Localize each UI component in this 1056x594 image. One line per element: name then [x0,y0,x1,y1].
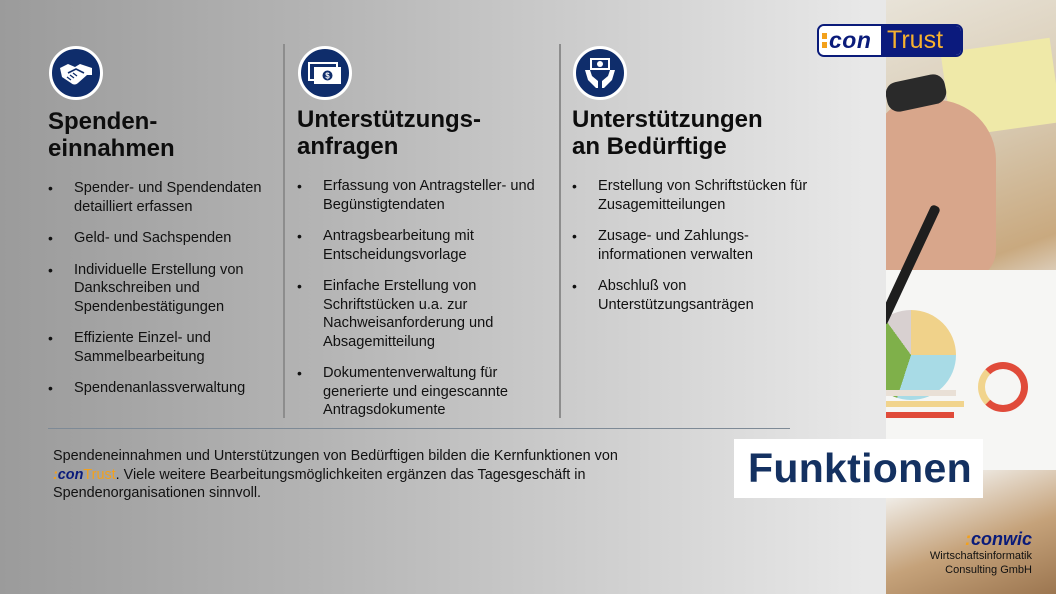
list-item: Abschluß von Unterstützungsanträgen [572,277,812,314]
feature-list: Spender- und Spendendaten detailliert er… [48,179,278,398]
list-item: Erfassung von Antragsteller- und Begünst… [297,177,547,214]
handshake-icon [49,46,103,100]
list-item: Antragsbearbeitung mit Entscheidungsvorl… [297,227,547,264]
column-heading: Spenden-einnahmen [48,108,175,162]
column-divider [283,44,285,418]
conwic-logo: :conwic Wirtschaftsinformatik Consulting… [929,529,1032,576]
contrust-logo: con Trust [817,24,963,57]
column-unterstuetzungen: Unterstützungenan Bedürftige Erstellung … [572,46,812,327]
svg-text:$: $ [325,72,330,81]
list-item: Dokumentenverwaltung für generierte und … [297,364,547,420]
money-bill-icon: $ [298,46,352,100]
column-divider [559,44,561,418]
slide-title-box: Funktionen [734,439,983,498]
logo-colon-icon [822,33,827,48]
hands-money-icon [573,46,627,100]
list-item: Spendenanlassverwaltung [48,379,278,398]
donut-chart-graphic [978,362,1028,412]
bar-graphic [886,390,966,423]
list-item: Spender- und Spendendaten detailliert er… [48,179,278,216]
list-item: Einfache Erstellung von Schriftstücken u… [297,277,547,351]
summary-text: Spendeneinnahmen und Unterstützungen von… [53,448,618,501]
column-unterstuetzungsanfragen: $ Unterstützungs-anfragen Erfassung von … [297,46,547,433]
list-item: Erstellung von Schriftstücken für Zusage… [572,177,812,214]
background-photo [886,0,1056,594]
column-heading: Unterstützungen an Bedürftige [572,106,763,160]
horizontal-divider [48,428,790,429]
list-item: Geld- und Sachspenden [48,229,278,248]
list-item: Individuelle Erstellung von Dankschreibe… [48,261,278,317]
hand [886,100,996,280]
feature-list: Erfassung von Antragsteller- und Begünst… [297,177,547,420]
list-item: Effiziente Einzel- und Sammelbearbeitung [48,329,278,366]
column-spendeneinnahmen: Spenden-einnahmen Spender- und Spendenda… [48,46,278,411]
column-heading: Unterstützungs-anfragen [297,106,481,160]
list-item: Zusage- und Zahlungs-informationen verwa… [572,227,812,264]
slide-title: Funktionen [748,445,972,491]
feature-list: Erstellung von Schriftstücken für Zusage… [572,177,812,314]
